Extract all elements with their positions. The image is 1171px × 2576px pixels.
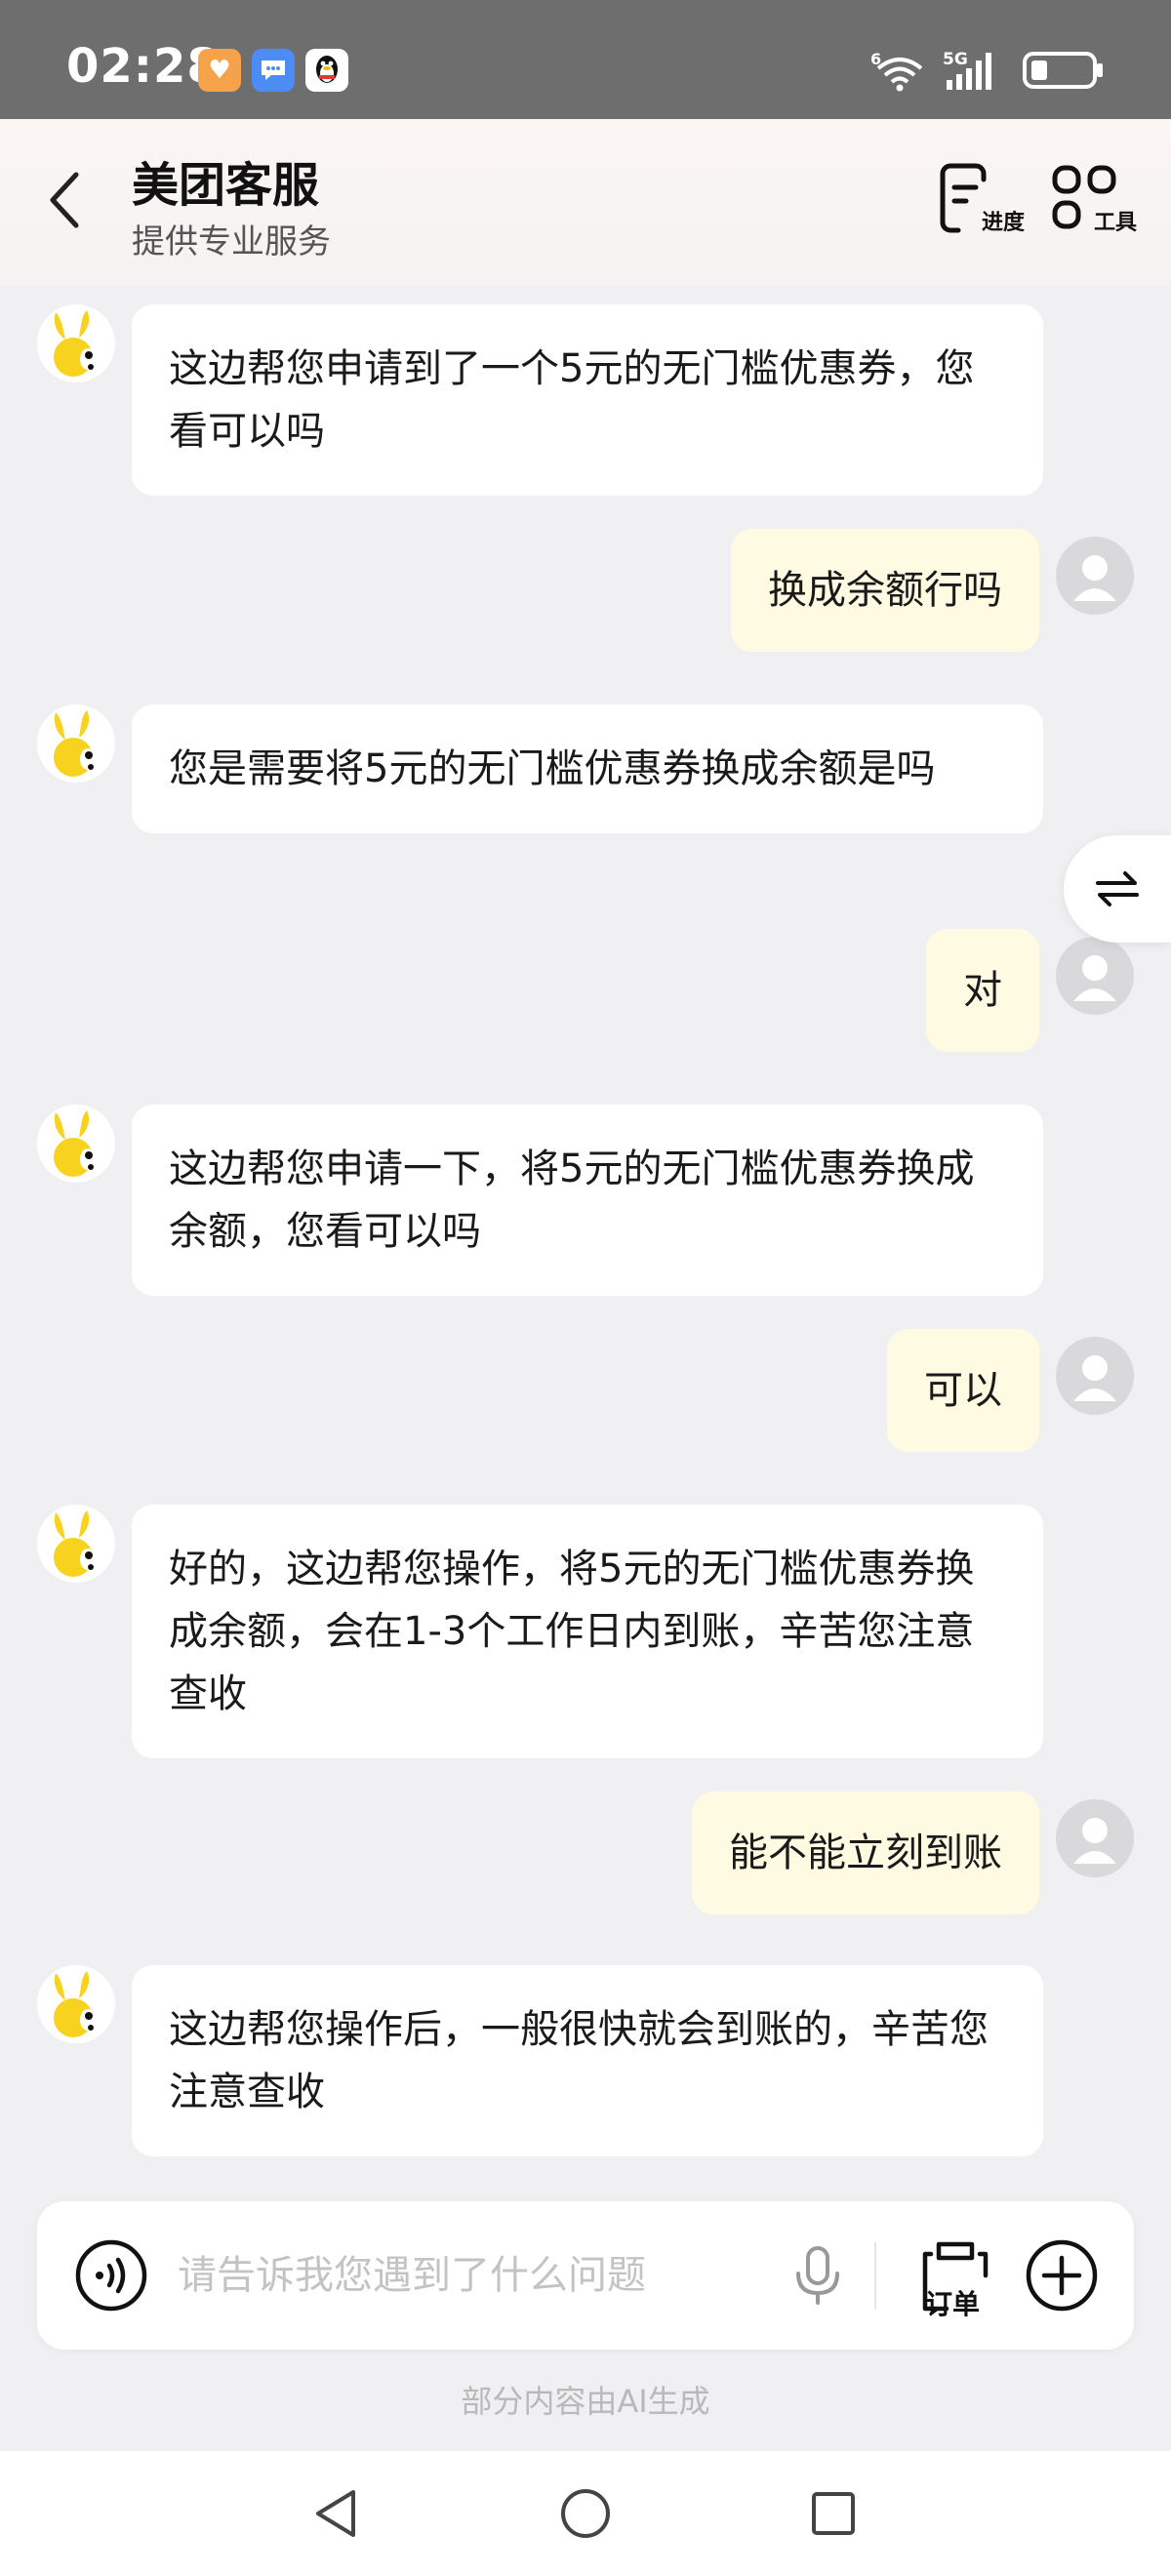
add-button[interactable]	[1023, 2236, 1101, 2314]
circle-home-icon	[561, 2489, 610, 2538]
bot-message-bubble: 这边帮您申请一下，将5元的无门槛优惠券换成余额，您看可以吗	[132, 1105, 1043, 1296]
network-label: 5G	[943, 50, 968, 69]
ai-disclaimer: 部分内容由AI生成	[461, 2383, 710, 2420]
signal-icon: 5G	[943, 49, 1005, 92]
bot-avatar	[37, 1505, 115, 1583]
wifi-icon: 6	[870, 49, 925, 92]
user-message-bubble: 可以	[887, 1329, 1039, 1452]
user-avatar	[1056, 537, 1134, 615]
mascot-icon	[54, 310, 96, 377]
mascot-icon	[54, 1110, 96, 1177]
bot-avatar	[37, 304, 115, 382]
user-avatar	[1056, 1799, 1134, 1877]
voice-wave-icon	[75, 2239, 147, 2312]
bot-avatar	[37, 704, 115, 783]
user-silhouette-icon	[1073, 555, 1116, 601]
nav-home-button[interactable]	[556, 2484, 615, 2543]
status-right: 6 5G	[870, 47, 1105, 94]
chevron-left-icon	[50, 172, 79, 228]
input-bar: 订单	[37, 2201, 1134, 2350]
qq-app-icon	[305, 49, 348, 92]
nav-recents-button[interactable]	[804, 2484, 863, 2543]
mascot-icon	[54, 1971, 96, 2037]
square-recents-icon	[812, 2492, 855, 2535]
message-app-icon	[252, 49, 295, 92]
plus-circle-icon	[1026, 2239, 1098, 2312]
back-button[interactable]	[35, 166, 94, 234]
chat-area[interactable]: 这边帮您申请到了一个5元的无门槛优惠券，您看可以吗 换成余额行吗 您是需要将5元…	[0, 285, 1171, 2197]
progress-button[interactable]: 进度	[937, 162, 1025, 240]
header: 美团客服 提供专业服务 进度 工具	[0, 119, 1171, 285]
microphone-button[interactable]	[788, 2244, 847, 2307]
swap-button[interactable]	[1064, 835, 1171, 943]
page-title: 美团客服	[132, 158, 320, 213]
user-message-bubble: 换成余额行吗	[731, 529, 1039, 652]
mascot-icon	[54, 710, 96, 777]
bot-message-bubble: 您是需要将5元的无门槛优惠券换成余额是吗	[132, 704, 1043, 833]
user-avatar	[1056, 937, 1134, 1015]
tools-button[interactable]: 工具	[1049, 162, 1137, 240]
system-nav-bar	[0, 2451, 1171, 2576]
swap-arrows-icon	[1096, 871, 1139, 906]
status-bar: 02:28 ♥ 6 5G	[0, 0, 1171, 119]
microphone-icon	[796, 2246, 839, 2305]
battery-icon	[1023, 50, 1105, 91]
user-silhouette-icon	[1073, 1818, 1116, 1864]
user-message-bubble: 对	[926, 929, 1039, 1052]
bot-message-bubble: 这边帮您操作后，一般很快就会到账的，辛苦您注意查收	[132, 1965, 1043, 2156]
tools-label: 工具	[1093, 211, 1137, 235]
user-silhouette-icon	[1073, 955, 1116, 1001]
order-button[interactable]: 订单	[911, 2233, 1034, 2320]
user-silhouette-icon	[1073, 1355, 1116, 1401]
progress-label: 进度	[981, 211, 1025, 235]
heart-app-icon: ♥	[198, 49, 241, 92]
bot-message-bubble: 这边帮您申请到了一个5元的无门槛优惠券，您看可以吗	[132, 304, 1043, 496]
user-message-bubble: 能不能立刻到账	[692, 1791, 1039, 1914]
voice-mode-button[interactable]	[74, 2238, 148, 2313]
triangle-back-icon	[316, 2490, 355, 2537]
mascot-icon	[54, 1510, 96, 1577]
bot-avatar	[37, 1965, 115, 2043]
nav-back-button[interactable]	[308, 2484, 367, 2543]
bot-avatar	[37, 1105, 115, 1183]
message-input[interactable]	[178, 2246, 763, 2305]
input-divider	[874, 2242, 876, 2309]
bot-message-bubble: 好的，这边帮您操作，将5元的无门槛优惠券换成余额，会在1-3个工作日内到账，辛苦…	[132, 1505, 1043, 1758]
user-avatar	[1056, 1337, 1134, 1415]
page-subtitle: 提供专业服务	[132, 222, 331, 262]
order-label: 订单	[925, 2288, 981, 2320]
